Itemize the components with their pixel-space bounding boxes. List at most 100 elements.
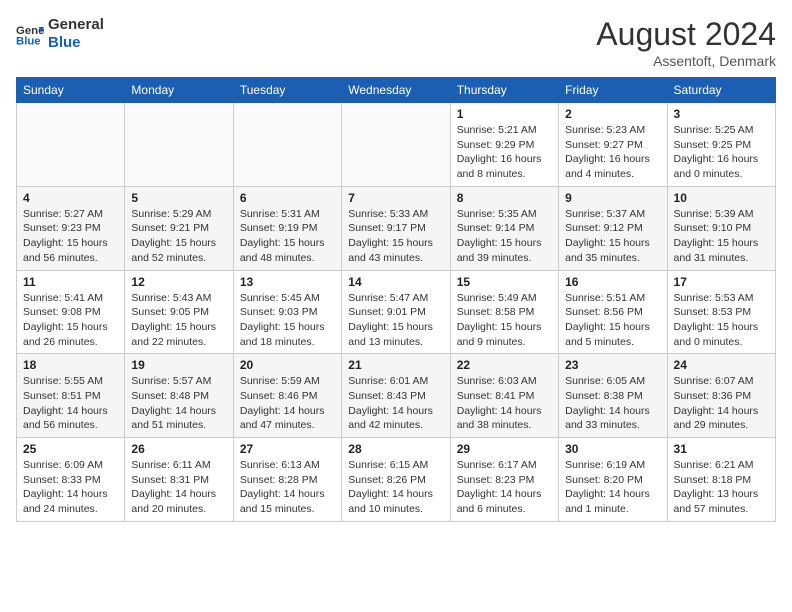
calendar-cell bbox=[125, 103, 233, 187]
calendar-cell bbox=[17, 103, 125, 187]
day-number: 1 bbox=[457, 107, 552, 121]
calendar-cell: 12 Sunrise: 5:43 AM Sunset: 9:05 PM Dayli… bbox=[125, 270, 233, 354]
calendar-cell: 8Sunrise: 5:35 AM Sunset: 9:14 PM Daylig… bbox=[450, 186, 558, 270]
day-number: 11 bbox=[23, 275, 118, 289]
day-number: 6 bbox=[240, 191, 335, 205]
day-number: 2 bbox=[565, 107, 660, 121]
day-info: Sunrise: 5:31 AM Sunset: 9:19 PM Dayligh… bbox=[240, 207, 335, 266]
day-number: 17 bbox=[674, 275, 769, 289]
calendar-cell bbox=[233, 103, 341, 187]
day-info: Sunrise: 6:13 AM Sunset: 8:28 PM Dayligh… bbox=[240, 458, 335, 517]
day-info: Sunrise: 6:05 AM Sunset: 8:38 PM Dayligh… bbox=[565, 374, 660, 433]
day-info: Sunrise: 5:37 AM Sunset: 9:12 PM Dayligh… bbox=[565, 207, 660, 266]
svg-text:Blue: Blue bbox=[16, 36, 41, 48]
day-info: Sunrise: 5:47 AM Sunset: 9:01 PM Dayligh… bbox=[348, 291, 443, 350]
day-info: Sunrise: 6:03 AM Sunset: 8:41 PM Dayligh… bbox=[457, 374, 552, 433]
day-info: Sunrise: 5:29 AM Sunset: 9:21 PM Dayligh… bbox=[131, 207, 226, 266]
day-info: Sunrise: 5:39 AM Sunset: 9:10 PM Dayligh… bbox=[674, 207, 769, 266]
month-year: August 2024 bbox=[596, 16, 776, 53]
day-number: 23 bbox=[565, 358, 660, 372]
day-info: Sunrise: 5:59 AM Sunset: 8:46 PM Dayligh… bbox=[240, 374, 335, 433]
calendar-week-3: 11Sunrise: 5:41 AM Sunset: 9:08 PM Dayli… bbox=[17, 270, 776, 354]
calendar-cell: 16 Sunrise: 5:51 AM Sunset: 8:56 PM Dayli… bbox=[559, 270, 667, 354]
day-number: 7 bbox=[348, 191, 443, 205]
logo-icon: General Blue bbox=[16, 20, 44, 48]
day-info: Sunrise: 6:07 AM Sunset: 8:36 PM Dayligh… bbox=[674, 374, 769, 433]
calendar-week-1: 1 Sunrise: 5:21 AM Sunset: 9:29 PM Daylig… bbox=[17, 103, 776, 187]
day-info: Sunrise: 6:11 AM Sunset: 8:31 PM Dayligh… bbox=[131, 458, 226, 517]
calendar-cell: 9 Sunrise: 5:37 AM Sunset: 9:12 PM Daylig… bbox=[559, 186, 667, 270]
calendar-cell: 13Sunrise: 5:45 AM Sunset: 9:03 PM Dayli… bbox=[233, 270, 341, 354]
logo: General Blue General Blue bbox=[16, 16, 104, 52]
day-number: 15 bbox=[457, 275, 552, 289]
calendar-cell: 29Sunrise: 6:17 AM Sunset: 8:23 PM Dayli… bbox=[450, 438, 558, 522]
calendar-cell: 15 Sunrise: 5:49 AM Sunset: 8:58 PM Dayli… bbox=[450, 270, 558, 354]
day-header-saturday: Saturday bbox=[667, 78, 775, 103]
day-number: 8 bbox=[457, 191, 552, 205]
calendar-cell: 7 Sunrise: 5:33 AM Sunset: 9:17 PM Daylig… bbox=[342, 186, 450, 270]
calendar-cell: 11Sunrise: 5:41 AM Sunset: 9:08 PM Dayli… bbox=[17, 270, 125, 354]
day-number: 30 bbox=[565, 442, 660, 456]
day-info: Sunrise: 5:57 AM Sunset: 8:48 PM Dayligh… bbox=[131, 374, 226, 433]
calendar-week-5: 25 Sunrise: 6:09 AM Sunset: 8:33 PM Dayli… bbox=[17, 438, 776, 522]
calendar-cell: 28Sunrise: 6:15 AM Sunset: 8:26 PM Dayli… bbox=[342, 438, 450, 522]
page-header: General Blue General Blue August 2024 As… bbox=[16, 16, 776, 69]
calendar-cell: 5 Sunrise: 5:29 AM Sunset: 9:21 PM Daylig… bbox=[125, 186, 233, 270]
calendar-cell: 4 Sunrise: 5:27 AM Sunset: 9:23 PM Daylig… bbox=[17, 186, 125, 270]
calendar-cell: 24 Sunrise: 6:07 AM Sunset: 8:36 PM Dayli… bbox=[667, 354, 775, 438]
day-number: 22 bbox=[457, 358, 552, 372]
day-number: 25 bbox=[23, 442, 118, 456]
location: Assentoft, Denmark bbox=[596, 53, 776, 69]
day-number: 4 bbox=[23, 191, 118, 205]
day-info: Sunrise: 5:25 AM Sunset: 9:25 PM Dayligh… bbox=[674, 123, 769, 182]
calendar-cell: 20 Sunrise: 5:59 AM Sunset: 8:46 PM Dayli… bbox=[233, 354, 341, 438]
day-number: 18 bbox=[23, 358, 118, 372]
calendar-cell: 14 Sunrise: 5:47 AM Sunset: 9:01 PM Dayli… bbox=[342, 270, 450, 354]
calendar-week-2: 4 Sunrise: 5:27 AM Sunset: 9:23 PM Daylig… bbox=[17, 186, 776, 270]
calendar-cell: 17 Sunrise: 5:53 AM Sunset: 8:53 PM Dayli… bbox=[667, 270, 775, 354]
day-info: Sunrise: 5:43 AM Sunset: 9:05 PM Dayligh… bbox=[131, 291, 226, 350]
day-info: Sunrise: 5:55 AM Sunset: 8:51 PM Dayligh… bbox=[23, 374, 118, 433]
calendar-cell: 27Sunrise: 6:13 AM Sunset: 8:28 PM Dayli… bbox=[233, 438, 341, 522]
calendar-cell: 19 Sunrise: 5:57 AM Sunset: 8:48 PM Dayli… bbox=[125, 354, 233, 438]
day-info: Sunrise: 6:15 AM Sunset: 8:26 PM Dayligh… bbox=[348, 458, 443, 517]
day-number: 31 bbox=[674, 442, 769, 456]
day-number: 5 bbox=[131, 191, 226, 205]
day-number: 19 bbox=[131, 358, 226, 372]
calendar-cell: 3 Sunrise: 5:25 AM Sunset: 9:25 PM Daylig… bbox=[667, 103, 775, 187]
logo-line2: Blue bbox=[48, 34, 104, 52]
day-info: Sunrise: 6:21 AM Sunset: 8:18 PM Dayligh… bbox=[674, 458, 769, 517]
calendar-table: SundayMondayTuesdayWednesdayThursdayFrid… bbox=[16, 77, 776, 522]
day-number: 20 bbox=[240, 358, 335, 372]
day-info: Sunrise: 6:09 AM Sunset: 8:33 PM Dayligh… bbox=[23, 458, 118, 517]
calendar-cell: 1 Sunrise: 5:21 AM Sunset: 9:29 PM Daylig… bbox=[450, 103, 558, 187]
day-info: Sunrise: 6:19 AM Sunset: 8:20 PM Dayligh… bbox=[565, 458, 660, 517]
day-info: Sunrise: 5:33 AM Sunset: 9:17 PM Dayligh… bbox=[348, 207, 443, 266]
calendar-cell: 2Sunrise: 5:23 AM Sunset: 9:27 PM Daylig… bbox=[559, 103, 667, 187]
calendar-cell: 18 Sunrise: 5:55 AM Sunset: 8:51 PM Dayli… bbox=[17, 354, 125, 438]
day-number: 16 bbox=[565, 275, 660, 289]
day-info: Sunrise: 5:51 AM Sunset: 8:56 PM Dayligh… bbox=[565, 291, 660, 350]
day-info: Sunrise: 5:27 AM Sunset: 9:23 PM Dayligh… bbox=[23, 207, 118, 266]
calendar-cell: 22 Sunrise: 6:03 AM Sunset: 8:41 PM Dayli… bbox=[450, 354, 558, 438]
day-header-monday: Monday bbox=[125, 78, 233, 103]
day-info: Sunrise: 5:21 AM Sunset: 9:29 PM Dayligh… bbox=[457, 123, 552, 182]
calendar-week-4: 18 Sunrise: 5:55 AM Sunset: 8:51 PM Dayli… bbox=[17, 354, 776, 438]
day-number: 14 bbox=[348, 275, 443, 289]
day-number: 9 bbox=[565, 191, 660, 205]
day-number: 24 bbox=[674, 358, 769, 372]
day-header-sunday: Sunday bbox=[17, 78, 125, 103]
calendar-cell: 23 Sunrise: 6:05 AM Sunset: 8:38 PM Dayli… bbox=[559, 354, 667, 438]
day-info: Sunrise: 6:17 AM Sunset: 8:23 PM Dayligh… bbox=[457, 458, 552, 517]
calendar-cell bbox=[342, 103, 450, 187]
day-header-tuesday: Tuesday bbox=[233, 78, 341, 103]
logo-line1: General bbox=[48, 16, 104, 34]
day-number: 26 bbox=[131, 442, 226, 456]
day-info: Sunrise: 5:49 AM Sunset: 8:58 PM Dayligh… bbox=[457, 291, 552, 350]
day-number: 3 bbox=[674, 107, 769, 121]
day-number: 12 bbox=[131, 275, 226, 289]
day-info: Sunrise: 5:53 AM Sunset: 8:53 PM Dayligh… bbox=[674, 291, 769, 350]
calendar-cell: 25 Sunrise: 6:09 AM Sunset: 8:33 PM Dayli… bbox=[17, 438, 125, 522]
calendar-header-row: SundayMondayTuesdayWednesdayThursdayFrid… bbox=[17, 78, 776, 103]
day-header-friday: Friday bbox=[559, 78, 667, 103]
